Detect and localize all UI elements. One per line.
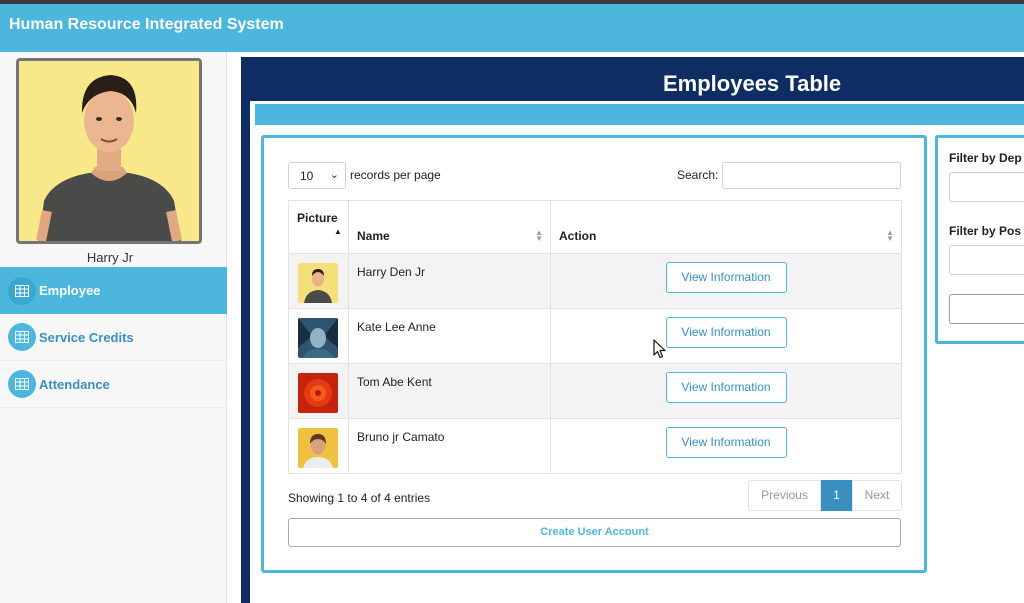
create-user-account-button[interactable]: Create User Account bbox=[288, 518, 901, 547]
table-row: Harry Den Jr View Information bbox=[288, 253, 902, 309]
view-information-button[interactable]: View Information bbox=[665, 427, 787, 458]
employee-photo bbox=[298, 373, 338, 413]
page-title: Employees Table bbox=[663, 71, 842, 96]
page-1-button[interactable]: 1 bbox=[821, 480, 852, 511]
page-length-select[interactable]: 10 ⌄ bbox=[288, 162, 346, 189]
column-header-name[interactable]: Name ▲ ▼ bbox=[348, 200, 551, 254]
mouse-cursor-icon bbox=[653, 339, 666, 359]
next-page-button[interactable]: Next bbox=[852, 480, 902, 511]
column-header-label: Picture bbox=[297, 211, 338, 225]
sidebar-item-label: Service Credits bbox=[39, 329, 134, 345]
app-title: Human Resource Integrated System bbox=[9, 16, 284, 33]
filter-department-select[interactable] bbox=[949, 172, 1024, 202]
table-icon bbox=[8, 323, 36, 351]
user-name: Harry Jr bbox=[86, 250, 134, 265]
filter-position-select[interactable] bbox=[949, 245, 1024, 275]
previous-page-button[interactable]: Previous bbox=[748, 480, 821, 511]
sidebar-item-service-credits[interactable]: Service Credits bbox=[0, 314, 227, 361]
avatar bbox=[16, 58, 202, 244]
view-information-button[interactable]: View Information bbox=[665, 372, 787, 403]
table-row: Bruno jr Camato View Information bbox=[288, 418, 902, 474]
avatar-image bbox=[19, 61, 199, 241]
sidebar-item-attendance[interactable]: Attendance bbox=[0, 361, 227, 408]
sort-icon: ▲ ▼ bbox=[535, 228, 543, 243]
table-row: Kate Lee Anne View Information bbox=[288, 308, 902, 364]
column-header-action[interactable]: Action ▲ ▼ bbox=[550, 200, 902, 254]
column-header-picture[interactable]: Picture ▲ bbox=[288, 200, 349, 254]
table-info: Showing 1 to 4 of 4 entries bbox=[288, 491, 431, 505]
app-header: Human Resource Integrated System bbox=[0, 4, 1024, 52]
employee-name: Tom Abe Kent bbox=[348, 363, 551, 419]
employee-photo bbox=[298, 263, 338, 303]
employees-table: Picture ▲ Name ▲ ▼ Action ▲ ▼ Harry Den … bbox=[288, 200, 902, 474]
sort-icon: ▲ ▼ bbox=[886, 228, 894, 243]
column-header-label: Name bbox=[357, 229, 390, 243]
employee-name: Bruno jr Camato bbox=[348, 418, 551, 474]
view-information-button[interactable]: View Information bbox=[665, 317, 787, 348]
table-icon bbox=[8, 276, 36, 305]
search-input[interactable] bbox=[722, 162, 901, 189]
employee-name: Kate Lee Anne bbox=[348, 308, 551, 364]
table-row: Tom Abe Kent View Information bbox=[288, 363, 902, 419]
filter-panel: Filter by Dep Filter by Pos bbox=[935, 135, 1024, 344]
page-length-value: 10 bbox=[300, 169, 314, 183]
pagination: Previous 1 Next bbox=[748, 480, 902, 511]
sidebar: Harry Jr Employee Service Credits Attend… bbox=[0, 52, 227, 603]
employee-photo bbox=[298, 318, 338, 358]
search-label: Search: bbox=[677, 168, 719, 182]
filter-button[interactable] bbox=[949, 294, 1024, 324]
employees-table-panel: 10 ⌄ records per page Search: Picture ▲ … bbox=[261, 135, 927, 573]
sidebar-item-label: Employee bbox=[39, 283, 101, 298]
main-content: Employees Table 10 ⌄ records per page Se… bbox=[241, 57, 1024, 603]
employee-photo bbox=[298, 428, 338, 468]
records-per-page-label: records per page bbox=[350, 168, 441, 182]
column-header-label: Action bbox=[559, 229, 597, 243]
sort-asc-icon: ▲ bbox=[334, 227, 342, 236]
filter-position-label: Filter by Pos bbox=[949, 224, 1022, 238]
employee-name: Harry Den Jr bbox=[348, 253, 551, 309]
chevron-down-icon: ⌄ bbox=[329, 169, 339, 181]
view-information-button[interactable]: View Information bbox=[665, 262, 787, 293]
sidebar-item-label: Attendance bbox=[39, 376, 110, 392]
sidebar-item-employee[interactable]: Employee bbox=[0, 267, 227, 314]
content-header-bar bbox=[255, 104, 1024, 125]
filter-department-label: Filter by Dep bbox=[949, 151, 1022, 165]
table-header-row: Picture ▲ Name ▲ ▼ Action ▲ ▼ bbox=[288, 200, 902, 254]
table-icon bbox=[8, 370, 36, 398]
